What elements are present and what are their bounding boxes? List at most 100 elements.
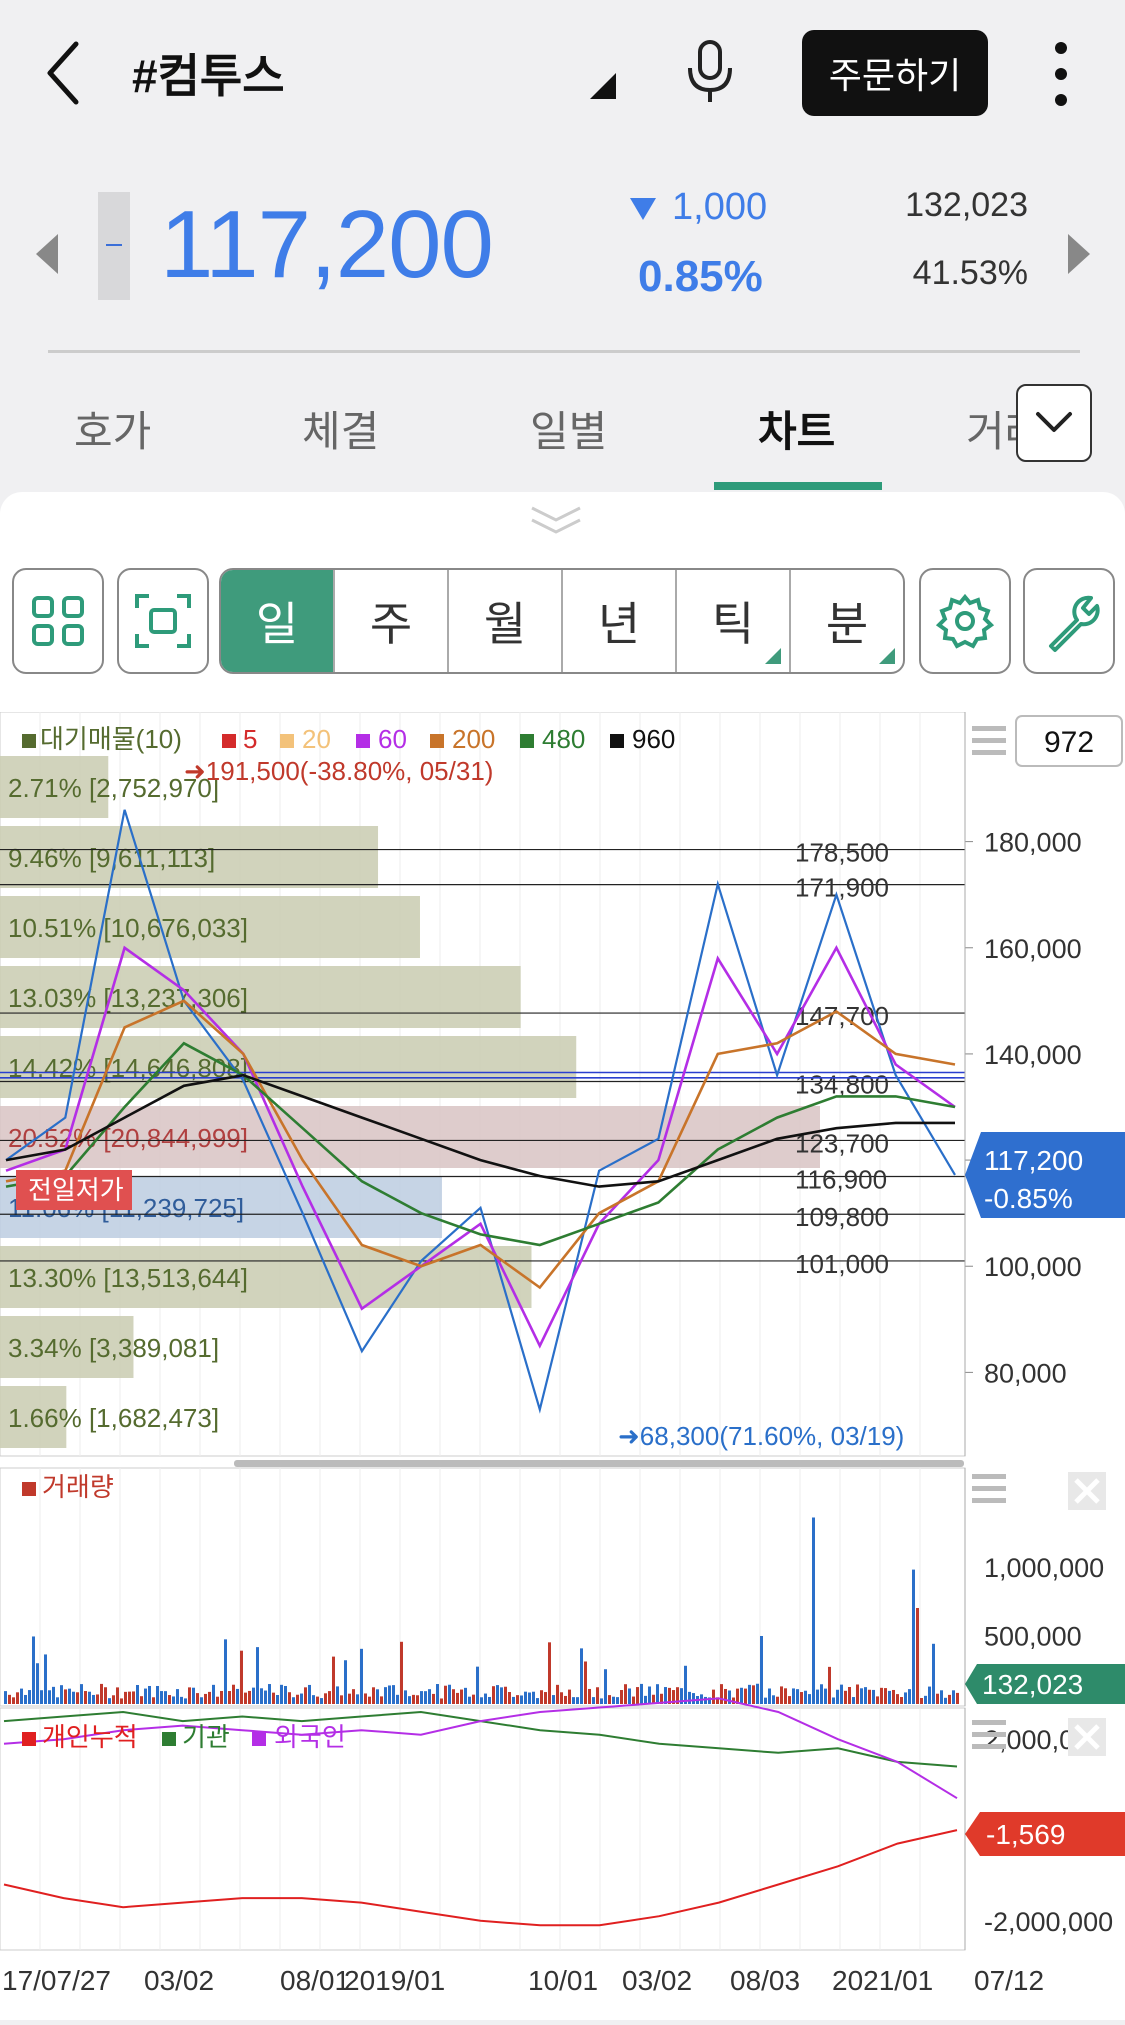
stock-chart[interactable]: 2.71% [2,752,970]9.46% [9,611,113]10.51%… — [0, 711, 1125, 2020]
next-stock-arrow-icon[interactable] — [1068, 234, 1090, 274]
volume-bar — [176, 1689, 179, 1704]
volume-bar — [484, 1693, 487, 1704]
volume-bar — [292, 1697, 295, 1704]
legend-ma200: 200 — [452, 724, 495, 754]
order-button[interactable]: 주문하기 — [802, 30, 988, 116]
dropdown-triangle-icon[interactable] — [590, 73, 616, 99]
volume-bar — [404, 1690, 407, 1704]
price-change-percent: 0.85% — [638, 252, 763, 301]
panel-splitter[interactable] — [234, 1460, 964, 1467]
price-level-label: 134,800 — [795, 1070, 889, 1100]
volume-bar — [936, 1693, 939, 1704]
volume-bar — [448, 1684, 451, 1704]
period-selector: 일 주 월 년 틱 분 — [219, 568, 905, 674]
price-level-label: 171,900 — [795, 873, 889, 903]
volume-bar — [860, 1688, 863, 1704]
down-triangle-icon — [630, 197, 656, 220]
volume-bar — [916, 1608, 919, 1704]
tab-orderbook[interactable]: 호가 — [74, 398, 151, 459]
volume-bar — [144, 1688, 147, 1704]
volume-bar — [948, 1694, 951, 1704]
fullscreen-button[interactable] — [117, 568, 209, 674]
legend-swatch-ma960 — [610, 734, 624, 748]
volume-bar — [304, 1687, 307, 1704]
volume-bar — [544, 1692, 547, 1704]
period-week[interactable]: 주 — [335, 570, 449, 672]
back-button[interactable] — [40, 38, 90, 108]
volume-bar — [928, 1686, 931, 1704]
settings-button[interactable] — [919, 568, 1011, 674]
volume-bar — [168, 1695, 171, 1704]
volume-profile-label: 10.51% [10,676,033] — [8, 913, 248, 943]
volume-bar — [104, 1687, 107, 1704]
volume-bar — [124, 1691, 127, 1704]
active-tab-indicator — [714, 482, 882, 490]
chart-area[interactable]: 2.71% [2,752,970] 9.46% [9,611,113] 10.51%… — [0, 711, 1125, 2020]
volume-profile-label: 20.52% [20,844,999] — [8, 1123, 248, 1153]
volume-bar — [536, 1698, 539, 1704]
volume-bar — [512, 1696, 515, 1704]
stock-title[interactable]: #컴투스 — [132, 40, 285, 106]
investor-close-icon[interactable] — [1068, 1718, 1106, 1756]
volume-bar — [568, 1689, 571, 1704]
volume-bar — [56, 1697, 59, 1704]
volume-bar — [888, 1690, 891, 1704]
volume-bar — [832, 1697, 835, 1704]
volume-bar — [852, 1697, 855, 1704]
volume-bar — [324, 1693, 327, 1704]
period-day[interactable]: 일 — [221, 570, 335, 672]
sheet-handle-icon[interactable] — [528, 502, 584, 538]
date-label: 17/07/27 — [2, 1965, 111, 1996]
tab-executions[interactable]: 체결 — [302, 398, 379, 459]
price-axis: 80,000100,000120,000140,000160,000180,00… — [964, 712, 1082, 1456]
price-level-label: 178,500 — [795, 838, 889, 868]
investor-menu-icon[interactable] — [972, 1720, 1006, 1749]
layout-grid-button[interactable] — [12, 568, 104, 674]
legend-institution: 기관 — [182, 1722, 230, 1752]
volume-bar — [504, 1686, 507, 1704]
tab-expand-button[interactable] — [1016, 384, 1092, 462]
volume-close-icon[interactable] — [1068, 1472, 1106, 1510]
volume-profile-label: 13.03% [13,237,306] — [8, 983, 248, 1013]
volume-bar — [792, 1688, 795, 1704]
tools-button[interactable] — [1023, 568, 1115, 674]
volume-bar — [152, 1697, 155, 1704]
volume-bar — [24, 1694, 27, 1704]
period-year[interactable]: 년 — [563, 570, 677, 672]
volume-bar — [836, 1689, 839, 1704]
tab-chart[interactable]: 차트 — [758, 398, 835, 459]
volume-menu-icon[interactable] — [972, 1474, 1006, 1503]
period-month[interactable]: 월 — [449, 570, 563, 672]
volume-bar — [156, 1685, 159, 1704]
volume-bar — [112, 1695, 115, 1704]
previous-stock-arrow-icon[interactable] — [36, 234, 58, 274]
volume-bar — [744, 1688, 747, 1704]
tab-daily[interactable]: 일별 — [530, 398, 607, 459]
volume-bar — [100, 1683, 103, 1704]
period-minute[interactable]: 분 — [791, 570, 903, 672]
current-price-tag-value: 117,200 — [984, 1145, 1083, 1176]
volume-bar — [420, 1691, 423, 1704]
volume-bar — [644, 1695, 647, 1704]
price-change-value: 1,000 — [672, 186, 768, 228]
price-tick-label: 140,000 — [984, 1040, 1082, 1070]
volume-bar — [856, 1684, 859, 1704]
investor-legend: 개인누적 기관 외국인 — [22, 1722, 346, 1752]
axis-menu-icon[interactable] — [972, 726, 1006, 755]
volume-bar — [896, 1694, 899, 1704]
volume-bar — [480, 1697, 483, 1704]
date-label: 2021/01 — [832, 1965, 933, 1996]
more-menu-icon[interactable] — [1048, 42, 1074, 106]
volume-bar — [844, 1690, 847, 1704]
volume-bar — [416, 1695, 419, 1704]
legend-ma5: 5 — [243, 724, 257, 754]
legend-supply: 대기매물(10) — [40, 724, 182, 754]
price-tick-label: 160,000 — [984, 934, 1082, 964]
volume-bar — [724, 1688, 727, 1704]
volume-bar — [524, 1691, 527, 1704]
period-tick-label: 틱 — [711, 598, 755, 650]
volume-bar — [640, 1683, 643, 1704]
volume-bar — [312, 1695, 315, 1704]
microphone-icon[interactable] — [682, 40, 738, 104]
period-tick[interactable]: 틱 — [677, 570, 791, 672]
